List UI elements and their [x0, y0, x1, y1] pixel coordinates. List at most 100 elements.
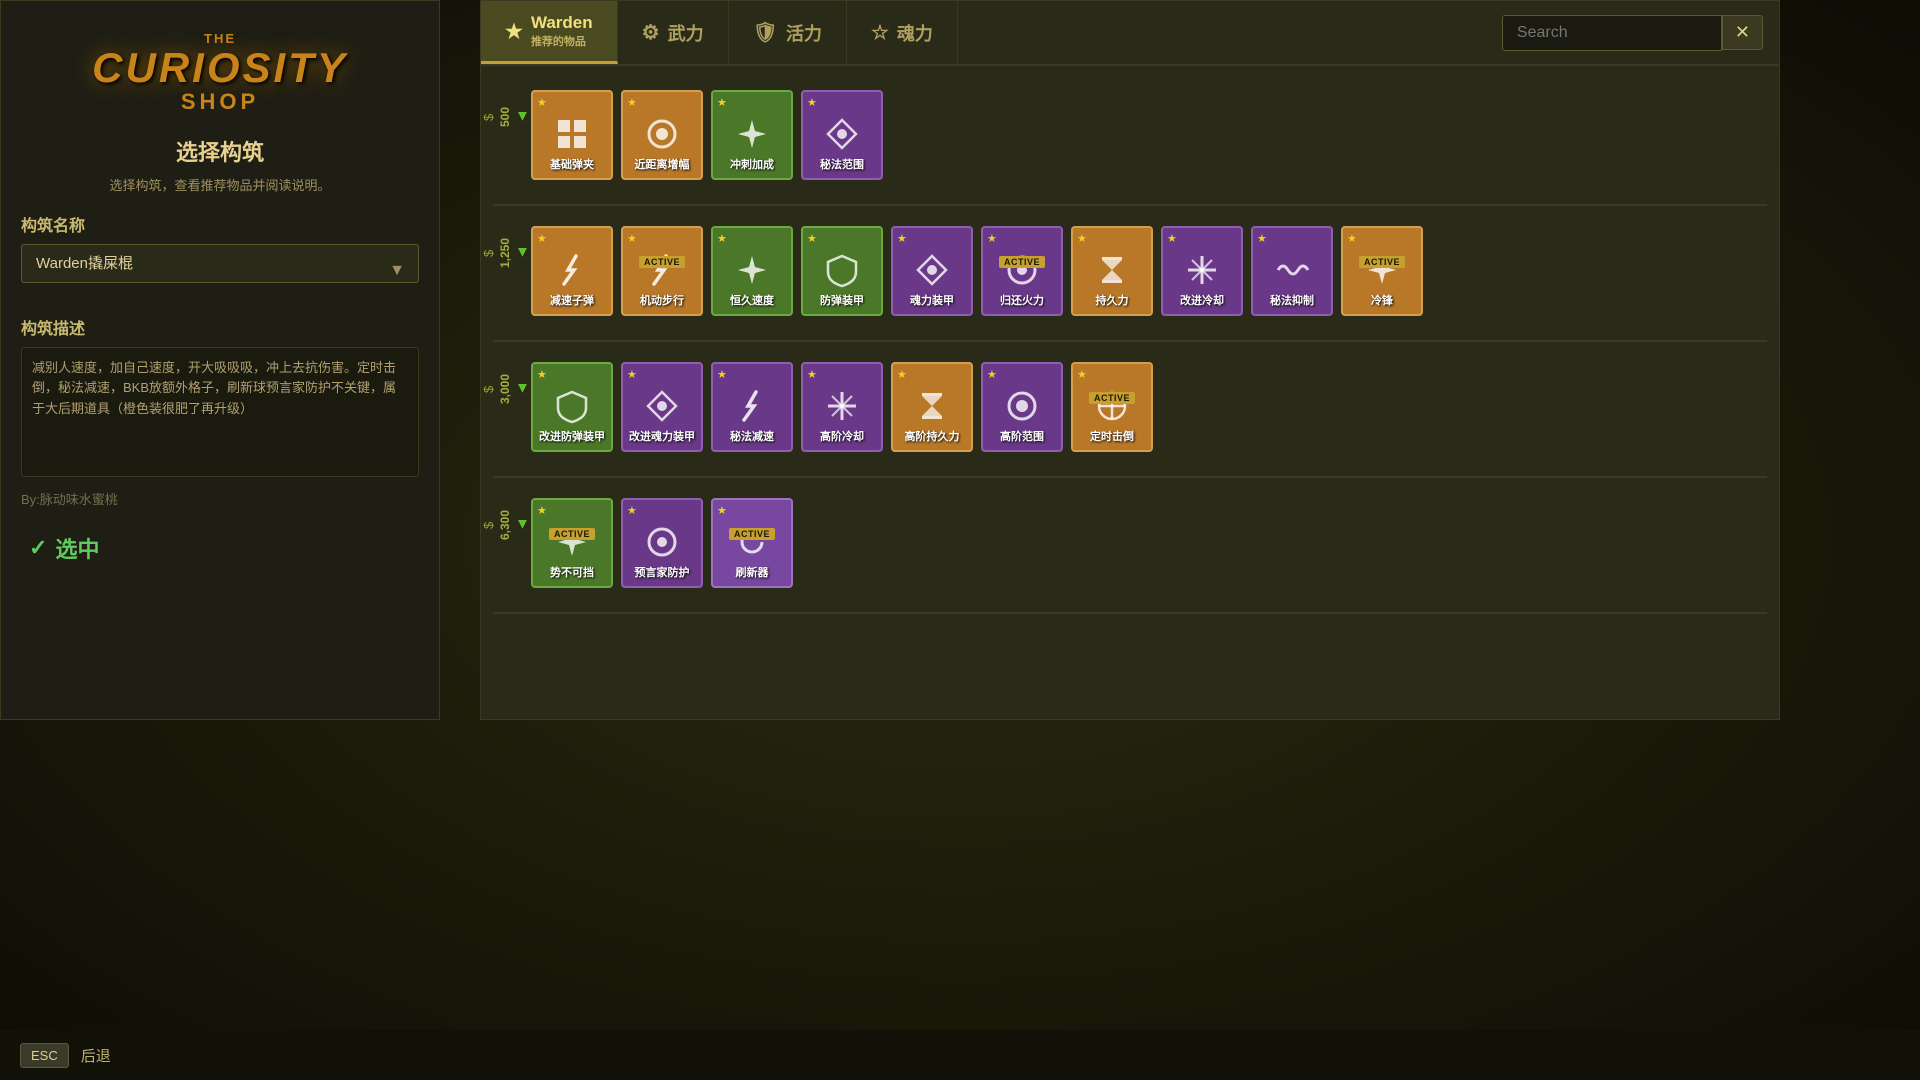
tab-soul[interactable]: ☆ 魂力 — [847, 1, 958, 64]
item-card-improved-cool[interactable]: ★改进冷却 — [1161, 226, 1243, 316]
item-name-slow-bullet: 减速子弹 — [550, 295, 594, 308]
items-row-1250: ★减速子弹★ACTIVE机动步行★恒久速度★防弹装甲★魂力装甲★ACTIVE归还… — [519, 218, 1779, 324]
star-icon: ★ — [627, 504, 637, 517]
price-label-3000: $3,000▲ — [481, 354, 519, 434]
item-icon-endurance — [1089, 247, 1135, 293]
star-icon: ★ — [897, 368, 907, 381]
item-icon-improved-bullet-armor — [549, 383, 595, 429]
item-name-bullet-armor: 防弹装甲 — [820, 295, 864, 308]
item-card-slow-bullet[interactable]: ★减速子弹 — [531, 226, 613, 316]
item-card-magic-slow[interactable]: ★秘法减速 — [711, 362, 793, 452]
gear-icon: ⚙ — [642, 20, 660, 45]
item-card-ranged-boost[interactable]: ★ 近距离增幅 — [621, 90, 703, 180]
item-card-bullet-armor[interactable]: ★防弹装甲 — [801, 226, 883, 316]
item-name-magic-range: 秘法范围 — [820, 159, 864, 172]
item-name-ranged-boost: 近距离增幅 — [635, 159, 690, 172]
tab-soul-label: 魂力 — [897, 20, 933, 46]
item-star-row: ★ — [537, 96, 547, 109]
item-name-improved-bullet-armor: 改进防弹装甲 — [539, 431, 605, 444]
separator — [493, 204, 1767, 206]
star-icon: ★ — [627, 232, 637, 245]
logo-curiosity: CURIOSITY — [21, 47, 419, 89]
active-badge: ACTIVE — [729, 528, 775, 540]
select-button[interactable]: ✓ 选中 — [21, 524, 107, 572]
item-star-row: ★ — [1077, 368, 1087, 381]
item-name-magic-armor: 魂力装甲 — [910, 295, 954, 308]
item-icon-ranged-boost — [639, 111, 685, 157]
esc-key[interactable]: ESC — [20, 1043, 69, 1068]
price-section-500: $500▲★基础弹夹★近距离增幅★冲刺加成★秘法范围 — [481, 74, 1779, 196]
item-name-eternal-speed: 恒久速度 — [730, 295, 774, 308]
item-card-endurance[interactable]: ★持久力 — [1071, 226, 1153, 316]
search-close-button[interactable]: ✕ — [1722, 15, 1763, 50]
item-icon-oracle-shield — [639, 519, 685, 565]
star-icon: ★ — [627, 96, 637, 109]
item-star-row: ★ — [987, 232, 997, 245]
star-icon: ★ — [807, 96, 817, 109]
tab-warden[interactable]: ★ Warden 推荐的物品 — [481, 1, 618, 64]
item-card-high-cooldown[interactable]: ★ 高阶冷却 — [801, 362, 883, 452]
tab-warden-sublabel: 推荐的物品 — [531, 33, 593, 49]
item-icon-magic-slow — [729, 383, 775, 429]
back-label: 后退 — [81, 1045, 111, 1066]
search-input[interactable] — [1502, 15, 1722, 51]
build-name-select[interactable]: Warden撬屎棍 — [21, 244, 419, 283]
item-card-basic-clip[interactable]: ★基础弹夹 — [531, 90, 613, 180]
item-card-oracle-shield[interactable]: ★预言家防护 — [621, 498, 703, 588]
item-star-row: ★ — [627, 96, 637, 109]
item-card-magic-range[interactable]: ★ 秘法范围 — [801, 90, 883, 180]
item-card-magic-suppress[interactable]: ★秘法抑制 — [1251, 226, 1333, 316]
star-icon: ★ — [897, 232, 907, 245]
tab-activity[interactable]: 🛡 活力 — [729, 1, 847, 64]
item-name-high-cooldown: 高阶冷却 — [820, 431, 864, 444]
active-badge: ACTIVE — [549, 528, 595, 540]
star-outline-icon: ☆ — [871, 20, 889, 45]
items-row-6300: ★ACTIVE势不可挡★预言家防护★ACTIVE刷新器 — [519, 490, 1779, 596]
items-row-3000: ★改进防弹装甲★改进魂力装甲★秘法减速★高阶冷却★高阶持久力★高阶范围★ACTI… — [519, 354, 1779, 460]
star-icon: ★ — [717, 504, 727, 517]
item-card-high-range[interactable]: ★高阶范围 — [981, 362, 1063, 452]
search-box: ✕ — [1502, 15, 1763, 51]
item-card-mobile-walk[interactable]: ★ACTIVE机动步行 — [621, 226, 703, 316]
item-card-timed-knockdown[interactable]: ★ACTIVE定时击倒 — [1071, 362, 1153, 452]
separator — [493, 612, 1767, 614]
item-card-high-endurance[interactable]: ★ 高阶持久力 — [891, 362, 973, 452]
item-card-eternal-speed[interactable]: ★ 恒久速度 — [711, 226, 793, 316]
star-icon: ★ — [717, 96, 727, 109]
item-name-magic-suppress: 秘法抑制 — [1270, 295, 1314, 308]
star-icon: ★ — [1077, 368, 1087, 381]
star-icon: ★ — [627, 368, 637, 381]
item-icon-refresh — [729, 519, 775, 565]
item-name-high-endurance: 高阶持久力 — [905, 431, 960, 444]
item-name-cold-spike: 冷锋 — [1371, 295, 1393, 308]
item-card-refresh[interactable]: ★ACTIVE刷新器 — [711, 498, 793, 588]
item-card-rush-plus[interactable]: ★冲刺加成 — [711, 90, 793, 180]
item-star-row: ★ — [627, 368, 637, 381]
check-icon: ✓ — [29, 535, 47, 561]
star-icon: ★ — [987, 368, 997, 381]
tab-force-label: 武力 — [668, 20, 704, 46]
tabs-bar: ★ Warden 推荐的物品 ⚙ 武力 🛡 活力 ☆ 魂力 ✕ — [481, 1, 1779, 66]
item-icon-magic-armor — [909, 247, 955, 293]
item-star-row: ★ — [717, 232, 727, 245]
item-star-row: ★ — [897, 232, 907, 245]
item-star-row: ★ — [807, 368, 817, 381]
item-star-row: ★ — [537, 504, 547, 517]
item-icon-magic-range — [819, 111, 865, 157]
item-card-magic-armor[interactable]: ★ 魂力装甲 — [891, 226, 973, 316]
item-card-cold-spike[interactable]: ★ACTIVE冷锋 — [1341, 226, 1423, 316]
item-card-regen-fire[interactable]: ★ACTIVE归还火力 — [981, 226, 1063, 316]
separator — [493, 476, 1767, 478]
items-area: $500▲★基础弹夹★近距离增幅★冲刺加成★秘法范围$1,250▲★减速子弹★A… — [481, 66, 1779, 719]
item-icon-eternal-speed — [729, 247, 775, 293]
item-icon-timed-knockdown — [1089, 383, 1135, 429]
price-section-3000: $3,000▲★改进防弹装甲★改进魂力装甲★秘法减速★高阶冷却★高阶持久力★高阶… — [481, 346, 1779, 468]
item-star-row: ★ — [627, 232, 637, 245]
item-card-unstoppable[interactable]: ★ACTIVE势不可挡 — [531, 498, 613, 588]
item-name-mobile-walk: 机动步行 — [640, 295, 684, 308]
tab-force[interactable]: ⚙ 武力 — [618, 1, 729, 64]
star-icon: ★ — [1347, 232, 1357, 245]
left-panel: THE CURIOSITY SHOP 选择构筑 选择构筑，查看推荐物品并阅读说明… — [0, 0, 440, 720]
item-card-improved-magic-armor[interactable]: ★改进魂力装甲 — [621, 362, 703, 452]
item-card-improved-bullet-armor[interactable]: ★改进防弹装甲 — [531, 362, 613, 452]
